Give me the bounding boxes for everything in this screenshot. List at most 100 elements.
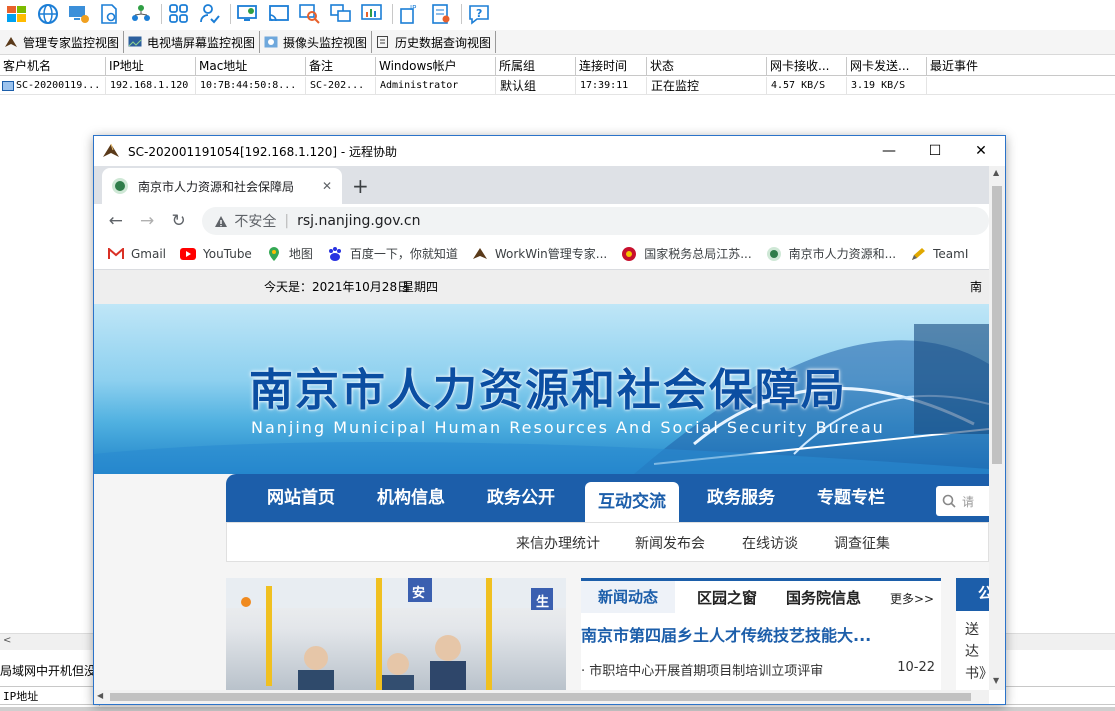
- window-titlebar[interactable]: SC-202001191054[192.168.1.120] - 远程协助 — …: [94, 136, 1005, 166]
- bookmark-tax[interactable]: 国家税务总局江苏...: [621, 245, 752, 262]
- remote-desktop-icon[interactable]: [235, 2, 261, 26]
- bookmark-hrss[interactable]: 南京市人力资源和...: [766, 245, 896, 262]
- cell-text: SC-20200119...: [16, 80, 101, 91]
- window-title: SC-202001191054[192.168.1.120] - 远程协助: [128, 144, 398, 159]
- tab-close-icon[interactable]: ✕: [322, 179, 332, 193]
- chart-screen-icon[interactable]: [359, 2, 385, 26]
- column-header[interactable]: 状态: [647, 57, 767, 76]
- column-header[interactable]: 连接时间: [576, 57, 647, 76]
- notice-text[interactable]: 送达 书》: [956, 611, 989, 685]
- nav-services[interactable]: 政务服务: [707, 474, 775, 522]
- scrollbar-thumb[interactable]: [110, 693, 971, 701]
- tab-history-view[interactable]: 历史数据查询视图: [372, 31, 497, 53]
- column-header[interactable]: Windows帐户: [376, 57, 496, 76]
- horizontal-scrollbar[interactable]: ◀: [94, 690, 989, 704]
- address-bar[interactable]: 不安全 | rsj.nanjing.gov.cn: [202, 207, 989, 235]
- bookmark-gmail[interactable]: Gmail: [108, 246, 166, 262]
- news-tab-districts[interactable]: 区园之窗: [697, 587, 757, 608]
- file-scan-icon[interactable]: [97, 2, 123, 26]
- column-header[interactable]: 备注: [306, 57, 376, 76]
- help-icon[interactable]: ?: [466, 2, 492, 26]
- bookmark-baidu[interactable]: 百度一下，你就知道: [327, 245, 458, 262]
- table-row[interactable]: SC-20200119... 192.168.1.120 10:7B:44:50…: [0, 77, 1115, 95]
- date-text: 2021年10月28日: [312, 280, 410, 294]
- nav-interaction[interactable]: 互动交流: [585, 482, 679, 522]
- news-tabs: 新闻动态 区园之窗 国务院信息 更多>>: [581, 578, 941, 613]
- windows-icon[interactable]: [4, 2, 30, 26]
- hrss-logo-icon: [112, 178, 128, 194]
- scroll-down-icon[interactable]: ▼: [993, 676, 999, 685]
- hrss-logo-icon: [766, 246, 782, 262]
- bookmark-label: YouTube: [203, 246, 252, 261]
- network-globe-icon[interactable]: [35, 2, 61, 26]
- tab-expert-monitor-view[interactable]: 管理专家监控视图: [0, 31, 125, 53]
- user-check-icon[interactable]: [197, 2, 223, 26]
- subnav-survey[interactable]: 调查征集: [834, 533, 890, 553]
- subnav-letters[interactable]: 来信办理统计: [516, 533, 600, 553]
- new-tab-button[interactable]: +: [352, 174, 369, 198]
- news-item[interactable]: · 市职培中心开展首期项目制培训立项评审 10-22: [581, 660, 941, 679]
- panel-scrollbar[interactable]: [0, 707, 1115, 711]
- news-tab-state-council[interactable]: 国务院信息: [786, 587, 861, 608]
- column-header[interactable]: 网卡发送...: [847, 57, 927, 76]
- reload-button[interactable]: ↻: [163, 211, 194, 231]
- nav-home[interactable]: 网站首页: [267, 474, 335, 522]
- column-header[interactable]: 所属组: [496, 57, 576, 76]
- bookmark-youtube[interactable]: YouTube: [180, 246, 252, 262]
- ip-config-icon[interactable]: IP: [397, 2, 423, 26]
- column-header[interactable]: 客户机名: [0, 57, 106, 76]
- browser-toolbar: ← → ↻ 不安全 | rsj.nanjing.gov.cn: [94, 204, 989, 238]
- emblem-icon: [621, 246, 637, 262]
- column-header[interactable]: 最近事件: [927, 57, 1115, 76]
- site-subnav: 来信办理统计 新闻发布会 在线访谈 调查征集: [226, 522, 989, 562]
- log-report-icon[interactable]: [428, 2, 454, 26]
- tab-label: 电视墙屏幕监控视图: [147, 35, 256, 50]
- nav-org-info[interactable]: 机构信息: [377, 474, 445, 522]
- cast-icon[interactable]: [266, 2, 292, 26]
- users-tree-icon[interactable]: [128, 2, 154, 26]
- bookmark-label: 地图: [288, 247, 313, 261]
- scroll-left-icon[interactable]: <: [3, 635, 11, 646]
- news-tab-dynamics[interactable]: 新闻动态: [581, 581, 676, 613]
- tab-tv-wall-view[interactable]: 电视墙屏幕监控视图: [124, 31, 261, 53]
- news-photo[interactable]: 安 生: [226, 578, 566, 690]
- close-button[interactable]: ✕: [958, 136, 1004, 166]
- scroll-up-icon[interactable]: ▲: [993, 168, 999, 177]
- bookmark-maps[interactable]: 地图: [266, 245, 313, 262]
- scroll-left-icon[interactable]: ◀: [97, 691, 103, 700]
- tab-camera-view[interactable]: 摄像头监控视图: [260, 31, 373, 53]
- minimize-button[interactable]: —: [866, 136, 912, 166]
- workshop-photo-graphic: [226, 578, 566, 690]
- nav-gov-open[interactable]: 政务公开: [487, 474, 555, 522]
- browser-tab[interactable]: 南京市人力资源和社会保障局 ✕: [102, 168, 342, 204]
- security-label[interactable]: 不安全: [234, 211, 276, 231]
- site-search-input[interactable]: 请: [936, 486, 989, 516]
- column-header[interactable]: 网卡接收...: [767, 57, 847, 76]
- scrollbar-thumb[interactable]: [992, 186, 1002, 464]
- tab-label: 摄像头监控视图: [283, 35, 368, 50]
- multi-screen-icon[interactable]: [328, 2, 354, 26]
- vertical-scrollbar[interactable]: ▲ ▼: [989, 166, 1005, 690]
- maximize-button[interactable]: ☐: [912, 136, 958, 166]
- webpage: 今天是： 2021年10月28日 星期四 南京 南京市人力资源和社会保障局 Na…: [94, 270, 989, 690]
- bookmark-label: WorkWin管理专家...: [494, 247, 608, 261]
- date-bar: 今天是： 2021年10月28日 星期四 南京: [94, 270, 989, 328]
- table-cell: Administrator: [376, 77, 496, 95]
- grid-apps-icon[interactable]: [166, 2, 192, 26]
- column-header[interactable]: IP地址: [0, 687, 100, 706]
- search-screen-icon[interactable]: [297, 2, 323, 26]
- bookmark-team[interactable]: TeamI: [910, 246, 968, 262]
- back-button[interactable]: ←: [100, 211, 131, 231]
- subnav-interview[interactable]: 在线访谈: [742, 533, 798, 553]
- news-headline[interactable]: 南京市第四届乡土人才传统技艺技能大...: [581, 622, 871, 646]
- column-header[interactable]: IP地址: [106, 57, 196, 76]
- forward-button[interactable]: →: [131, 211, 162, 231]
- monitor-settings-icon[interactable]: [66, 2, 92, 26]
- column-header[interactable]: Mac地址: [196, 57, 306, 76]
- remote-assist-window: SC-202001191054[192.168.1.120] - 远程协助 — …: [93, 135, 1006, 705]
- panel-title: 局域网中开机但没: [0, 664, 97, 678]
- subnav-press[interactable]: 新闻发布会: [635, 533, 705, 553]
- nav-topics[interactable]: 专题专栏: [817, 474, 885, 522]
- bookmark-workwin[interactable]: WorkWin管理专家...: [472, 245, 607, 262]
- news-more-link[interactable]: 更多>>: [890, 590, 934, 607]
